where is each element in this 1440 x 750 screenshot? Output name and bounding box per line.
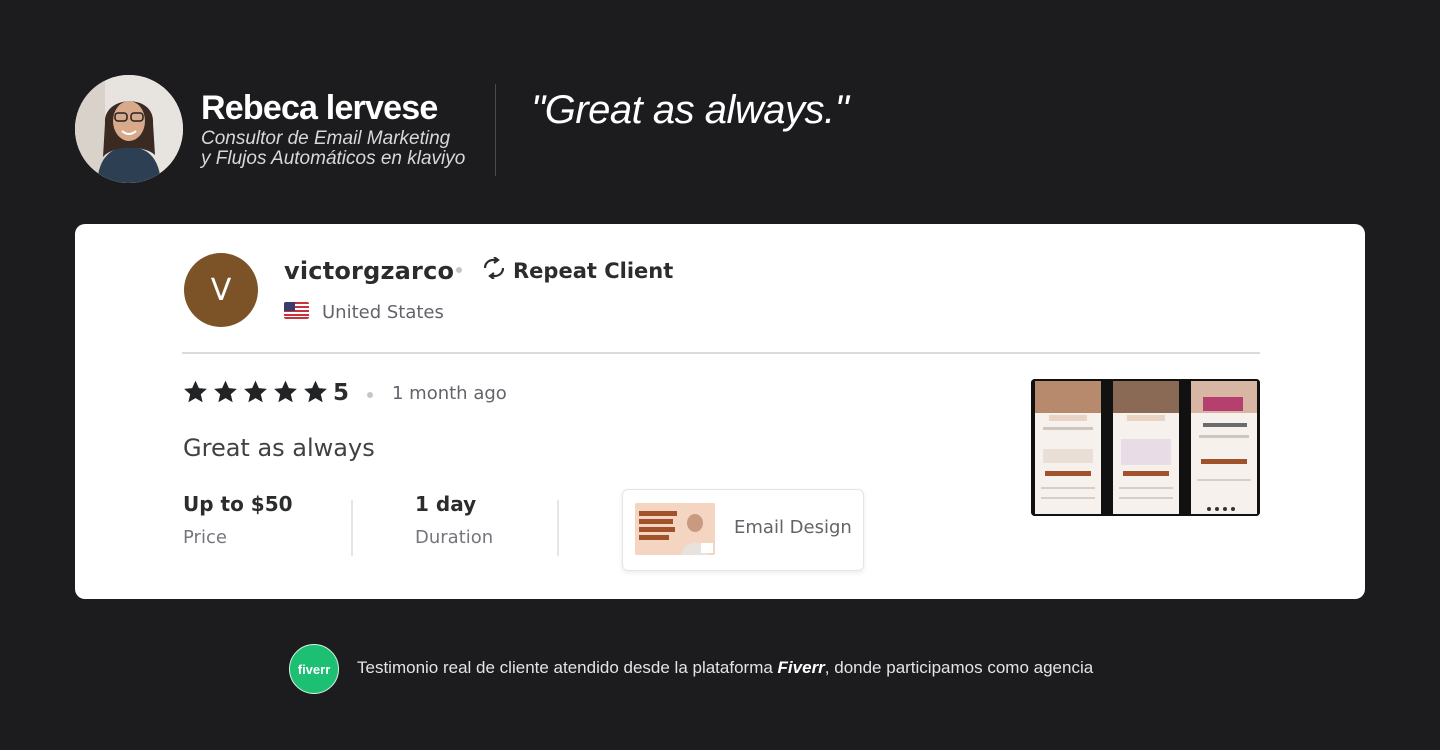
- star-icon: [244, 380, 267, 403]
- client-username[interactable]: victorgzarco: [284, 257, 454, 285]
- price-value: Up to $50: [183, 492, 293, 516]
- card-divider: [182, 352, 1260, 354]
- footer-platform: Fiverr: [777, 658, 825, 677]
- header-divider: [495, 84, 496, 176]
- footer-note: Testimonio real de cliente atendido desd…: [357, 658, 1093, 678]
- star-icon: [184, 380, 207, 403]
- meta-divider: [351, 500, 353, 556]
- duration-label: Duration: [415, 527, 494, 548]
- separator-dot: [456, 267, 462, 273]
- us-flag-icon: [284, 302, 309, 319]
- footer-text-after: , donde participamos como agencia: [824, 658, 1094, 677]
- duration-value: 1 day: [415, 492, 477, 516]
- fiverr-logo: fiverr: [289, 644, 339, 694]
- star-icon: [214, 380, 237, 403]
- meta-divider: [557, 500, 559, 556]
- star-icon: [274, 380, 297, 403]
- delivery-preview-image[interactable]: [1031, 379, 1260, 516]
- repeat-client-label: Repeat Client: [513, 258, 674, 283]
- gig-link[interactable]: Email Design: [622, 489, 864, 571]
- profile-photo: [75, 75, 183, 183]
- star-rating: [182, 379, 329, 405]
- separator-dot: [367, 392, 373, 398]
- client-initial: V: [210, 272, 232, 308]
- client-country: United States: [322, 302, 444, 323]
- role-line-1: Consultor de Email Marketing: [201, 128, 451, 149]
- price-label: Price: [183, 527, 227, 548]
- star-icon: [304, 380, 327, 403]
- rating-value: 5: [333, 380, 350, 406]
- person-name: Rebeca lervese: [201, 89, 438, 127]
- client-avatar: V: [184, 253, 258, 327]
- repeat-client-badge: Repeat Client: [481, 256, 674, 284]
- review-card: V victorgzarco Repeat Client United Stat…: [75, 224, 1365, 599]
- testimonial-quote: "Great as always.": [531, 88, 849, 132]
- gig-title: Email Design: [734, 517, 852, 538]
- review-time: 1 month ago: [392, 383, 507, 404]
- repeat-icon: [481, 256, 507, 284]
- role-line-2: y Flujos Automáticos en klaviyo: [201, 148, 466, 169]
- fiverr-logo-text: fiverr: [297, 661, 331, 677]
- gig-thumbnail: [635, 503, 715, 555]
- footer-text-before: Testimonio real de cliente atendido desd…: [357, 658, 778, 677]
- review-text: Great as always: [183, 434, 375, 462]
- person-role: Consultor de Email Marketing y Flujos Au…: [201, 129, 465, 169]
